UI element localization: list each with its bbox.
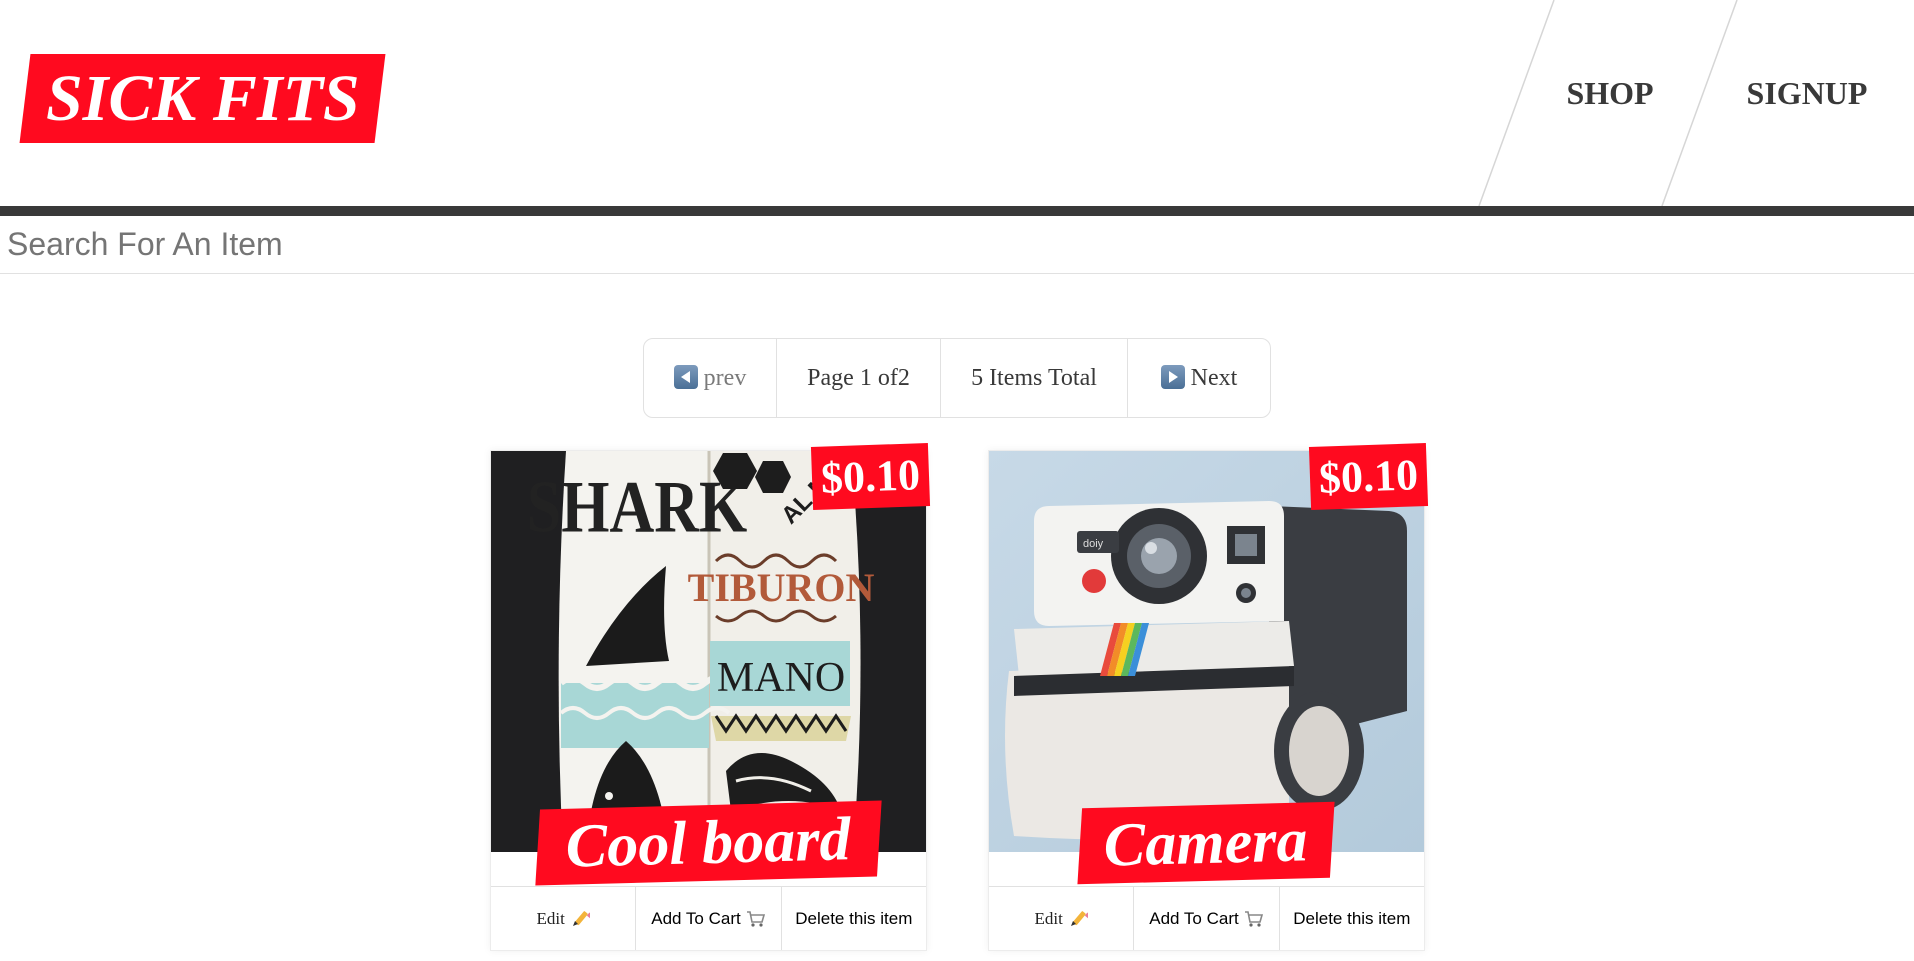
nav-shop-link[interactable]: SHOP (1510, 0, 1710, 206)
logo-link[interactable]: SICK FITS (19, 54, 386, 143)
next-label: Next (1190, 364, 1238, 391)
product-actions: Edit Add To Cart Delete this item (491, 886, 926, 950)
edit-label: Edit (1034, 908, 1063, 928)
product-image-camera[interactable]: doiy (989, 451, 1424, 852)
svg-text:TIBURON: TIBURON (688, 565, 875, 610)
shark-surfboard-image: SHARK AL MERO TIBURON MANO (491, 451, 926, 852)
shopping-cart-icon (1244, 910, 1263, 927)
polaroid-camera-toilet-roll-holder-image: doiy (989, 451, 1424, 852)
product-title-link[interactable]: Cool board (535, 800, 882, 886)
product-image-shark-surfboard[interactable]: SHARK AL MERO TIBURON MANO (491, 451, 926, 852)
svg-text:doiy: doiy (1083, 538, 1104, 550)
left-arrow-icon (673, 365, 698, 389)
nav-shop-label: SHOP (1566, 74, 1654, 111)
product-title-link[interactable]: Camera (1077, 801, 1335, 885)
pencil-icon (1070, 910, 1088, 926)
svg-text:SHARK: SHARK (527, 465, 747, 548)
nav-signup-label: SIGNUP (1746, 74, 1868, 111)
prev-label: prev (703, 364, 747, 391)
next-page-link[interactable]: Next (1128, 339, 1270, 417)
add-to-cart-label: Add To Cart (651, 908, 741, 928)
product-title: Cool board (565, 804, 852, 881)
logo-text: SICK FITS (45, 61, 360, 135)
delete-item-button[interactable]: Delete this item (1279, 887, 1424, 950)
page-indicator: Page 1 of2 (777, 339, 941, 417)
shopping-cart-icon (746, 910, 765, 927)
svg-text:MANO: MANO (717, 655, 845, 701)
site-header: SICK FITS SHOP SIGNUP (0, 0, 1914, 206)
product-actions: Edit Add To Cart Delete this item (989, 886, 1424, 950)
price-tag: $0.10 (1308, 442, 1429, 511)
edit-label: Edit (536, 908, 565, 928)
pagination: prev Page 1 of2 5 Items Total Next (643, 338, 1271, 418)
add-to-cart-button[interactable]: Add To Cart (1134, 887, 1280, 950)
pencil-icon (572, 910, 590, 926)
add-to-cart-label: Add To Cart (1149, 908, 1239, 928)
edit-button[interactable]: Edit (989, 887, 1135, 950)
search-bar (0, 216, 1914, 274)
search-input[interactable] (0, 216, 1914, 273)
prev-page-link[interactable]: prev (644, 339, 777, 417)
right-arrow-icon (1160, 365, 1185, 389)
add-to-cart-button[interactable]: Add To Cart (636, 887, 782, 950)
items-total: 5 Items Total (941, 339, 1128, 417)
edit-button[interactable]: Edit (491, 887, 637, 950)
price-tag: $0.10 (810, 442, 931, 511)
delete-item-button[interactable]: Delete this item (781, 887, 926, 950)
product-title: Camera (1103, 805, 1309, 880)
nav-signup-link[interactable]: SIGNUP (1700, 0, 1914, 206)
header-divider-bar (0, 206, 1914, 216)
